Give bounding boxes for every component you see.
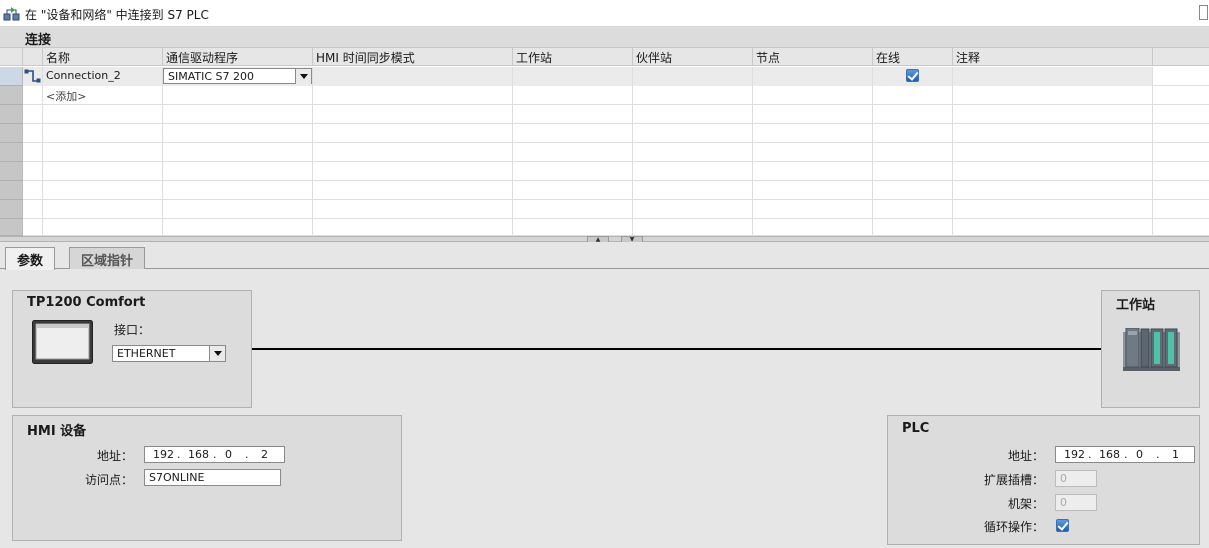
column-header-hmi-sync[interactable]: HMI 时间同步模式 bbox=[313, 48, 513, 66]
chevron-down-icon bbox=[300, 74, 308, 79]
tab-bar: 参数 区域指针 bbox=[0, 242, 1209, 270]
access-point-label: 访问点： bbox=[85, 473, 134, 487]
column-header-partner[interactable]: 伙伴站 bbox=[633, 48, 753, 66]
plc-settings-panel: PLC 地址： 192 . 168 . 0 . 1 扩展插槽： 0 机架： 0 … bbox=[887, 415, 1200, 545]
column-header-node[interactable]: 节点 bbox=[753, 48, 873, 66]
connections-section-header: 连接 bbox=[0, 27, 1209, 48]
column-header-filler bbox=[1153, 48, 1209, 66]
table-row bbox=[0, 124, 1209, 143]
ip-octet[interactable]: 168 bbox=[188, 448, 209, 461]
ip-octet[interactable]: 1 bbox=[1172, 448, 1179, 461]
device-title: TP1200 Comfort bbox=[27, 295, 146, 310]
slot-field: 0 bbox=[1055, 470, 1097, 487]
hmi-address-field[interactable]: 192 . 168 . 0 . 2 bbox=[144, 446, 285, 463]
row-selector[interactable] bbox=[0, 162, 23, 181]
row-selector[interactable] bbox=[0, 105, 23, 124]
plc-station-icon bbox=[1123, 328, 1180, 371]
column-header-driver[interactable]: 通信驱动程序 bbox=[163, 48, 313, 66]
tab-parameters[interactable]: 参数 bbox=[5, 247, 56, 270]
tab-area-pointers[interactable]: 区域指针 bbox=[69, 247, 146, 269]
driver-dropdown[interactable]: SIMATIC S7 200 bbox=[163, 68, 312, 84]
column-header-online[interactable]: 在线 bbox=[873, 48, 953, 66]
row-selector[interactable] bbox=[0, 181, 23, 200]
online-checkbox[interactable] bbox=[906, 69, 919, 82]
ip-octet[interactable]: 0 bbox=[225, 448, 232, 461]
column-header-name[interactable]: 名称 bbox=[43, 48, 163, 66]
station-cell[interactable] bbox=[513, 67, 633, 86]
interface-value: ETHERNET bbox=[117, 347, 176, 360]
row-selector[interactable] bbox=[0, 219, 23, 236]
maximize-icon[interactable] bbox=[1199, 5, 1208, 20]
slot-label: 扩展插槽： bbox=[984, 473, 1045, 487]
window-title: 在 "设备和网络" 中连接到 S7 PLC bbox=[25, 8, 209, 22]
driver-cell: SIMATIC S7 200 bbox=[163, 67, 313, 86]
ip-octet[interactable]: 2 bbox=[261, 448, 268, 461]
table-row bbox=[0, 219, 1209, 238]
connection-name-cell[interactable]: Connection_2 bbox=[43, 67, 163, 86]
section-title: 连接 bbox=[25, 33, 52, 48]
row-selector[interactable] bbox=[0, 200, 23, 219]
rack-field: 0 bbox=[1055, 494, 1097, 511]
cyclic-operation-checkbox[interactable] bbox=[1056, 519, 1069, 532]
hmi-device-panel: TP1200 Comfort 接口： ETHERNET bbox=[12, 290, 252, 408]
row-selector[interactable] bbox=[0, 67, 23, 86]
column-header-station[interactable]: 工作站 bbox=[513, 48, 633, 66]
table-icon-column-header bbox=[23, 48, 43, 66]
ip-octet[interactable]: 0 bbox=[1136, 448, 1143, 461]
comment-cell[interactable] bbox=[953, 67, 1153, 86]
row-selector[interactable] bbox=[0, 124, 23, 143]
title-bar: 在 "设备和网络" 中连接到 S7 PLC bbox=[0, 0, 1209, 27]
column-header-comment[interactable]: 注释 bbox=[953, 48, 1153, 66]
table-row bbox=[0, 181, 1209, 200]
driver-dropdown-button[interactable] bbox=[295, 69, 311, 84]
interface-dropdown-button[interactable] bbox=[209, 346, 225, 361]
table-corner bbox=[0, 48, 23, 66]
driver-value: SIMATIC S7 200 bbox=[168, 70, 255, 83]
ip-octet[interactable]: 192 bbox=[1064, 448, 1085, 461]
plc-panel-title: PLC bbox=[902, 421, 930, 436]
network-connection-icon bbox=[3, 7, 20, 21]
connection-icon bbox=[24, 69, 41, 83]
interface-label: 接口： bbox=[114, 323, 151, 337]
hmi-panel-icon bbox=[32, 320, 93, 364]
hmi-settings-panel: HMI 设备 地址： 192 . 168 . 0 . 2 访问点： S7ONLI… bbox=[12, 415, 402, 541]
table-row bbox=[0, 162, 1209, 181]
hmi-panel-title: HMI 设备 bbox=[27, 424, 87, 439]
station-title: 工作站 bbox=[1116, 298, 1156, 313]
plc-address-label: 地址： bbox=[1008, 449, 1045, 463]
row-selector[interactable] bbox=[0, 86, 23, 105]
connection-line bbox=[252, 348, 1101, 350]
node-cell[interactable] bbox=[753, 67, 873, 86]
table-row[interactable]: Connection_2 SIMATIC S7 200 bbox=[0, 67, 1209, 86]
table-row bbox=[0, 105, 1209, 124]
chevron-down-icon bbox=[214, 351, 222, 356]
plc-address-field[interactable]: 192 . 168 . 0 . 1 bbox=[1055, 446, 1195, 463]
interface-dropdown[interactable]: ETHERNET bbox=[112, 345, 226, 362]
partner-cell[interactable] bbox=[633, 67, 753, 86]
hmi-address-label: 地址： bbox=[97, 449, 134, 463]
ip-octet[interactable]: 192 bbox=[153, 448, 174, 461]
table-row bbox=[0, 200, 1209, 219]
station-panel: 工作站 bbox=[1101, 290, 1200, 408]
table-row-add[interactable]: <添加> bbox=[0, 86, 1209, 105]
rack-label: 机架： bbox=[1008, 497, 1045, 511]
connections-table: 名称 通信驱动程序 HMI 时间同步模式 工作站 伙伴站 节点 在线 注释 Co… bbox=[0, 48, 1209, 238]
ip-octet[interactable]: 168 bbox=[1099, 448, 1120, 461]
add-connection-link[interactable]: <添加> bbox=[43, 86, 163, 105]
table-row bbox=[0, 143, 1209, 162]
hmi-sync-cell[interactable] bbox=[313, 67, 513, 86]
access-point-field[interactable]: S7ONLINE bbox=[144, 469, 281, 486]
row-selector[interactable] bbox=[0, 143, 23, 162]
cyclic-operation-label: 循环操作： bbox=[984, 520, 1045, 534]
online-cell bbox=[873, 67, 953, 86]
